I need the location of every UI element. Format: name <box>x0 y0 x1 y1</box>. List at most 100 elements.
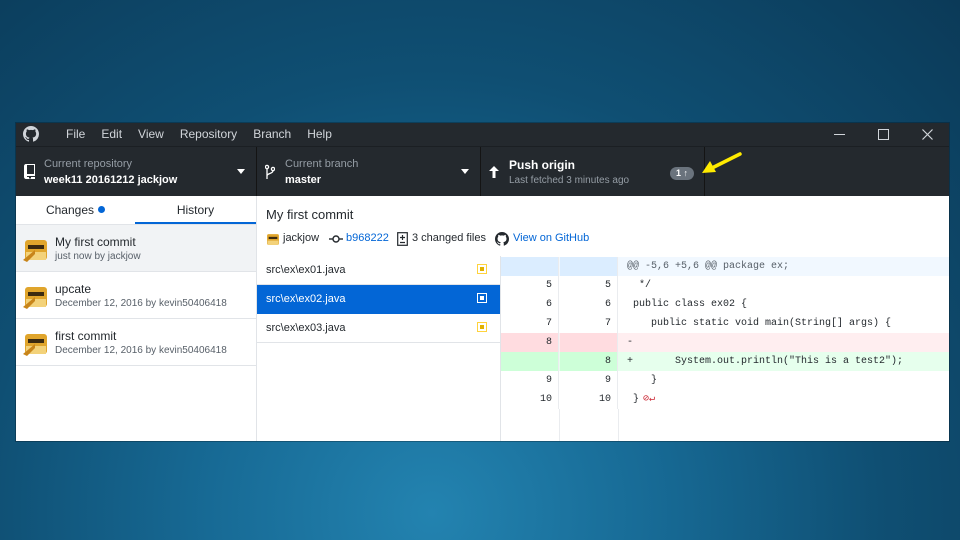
menu-view[interactable]: View <box>130 123 172 146</box>
old-line-number: 10 <box>501 390 559 409</box>
new-line-number <box>560 257 618 276</box>
avatar-icon <box>23 287 47 309</box>
commit-title: upcate <box>55 282 92 296</box>
title-bar: File Edit View Repository Branch Help <box>16 123 949 146</box>
branch-label: Current branch <box>285 158 359 170</box>
commit-meta: December 12, 2016 by kevin50406418 <box>55 298 227 309</box>
old-line-number <box>501 257 559 276</box>
changed-files-count: 3 changed files <box>412 232 486 244</box>
new-line-number: 6 <box>560 295 618 314</box>
diff-code: */ <box>627 280 652 291</box>
menu-help[interactable]: Help <box>299 123 340 146</box>
current-repository-dropdown[interactable]: Current repository week11 20161212 jackj… <box>16 147 257 197</box>
diff-code: } <box>627 375 658 386</box>
history-item[interactable]: My first commit just now by jackjow <box>16 225 256 272</box>
changes-indicator-dot-icon <box>98 206 106 213</box>
commit-icon <box>329 235 343 243</box>
changed-files-list: src\ex\ex01.java src\ex\ex02.java src\ex… <box>257 256 501 441</box>
github-logo-icon <box>23 126 39 142</box>
avatar-icon <box>267 234 279 245</box>
branch-icon <box>265 164 275 179</box>
close-button[interactable] <box>905 123 949 146</box>
repo-label: Current repository <box>44 158 133 170</box>
file-row[interactable]: src\ex\ex03.java <box>257 314 500 343</box>
old-line-number: 5 <box>501 276 559 295</box>
menu-edit[interactable]: Edit <box>93 123 130 146</box>
old-line-number: 6 <box>501 295 559 314</box>
old-line-number: 9 <box>501 371 559 390</box>
file-name: src\ex\ex01.java <box>266 264 346 276</box>
diff-code: - <box>627 337 634 348</box>
diff-hunk-header: @@ -5,6 +5,6 @@ package ex; <box>501 257 949 276</box>
hunk-text: @@ -5,6 +5,6 @@ package ex; <box>627 261 790 272</box>
diff-line[interactable]: 5 5 */ <box>501 276 949 295</box>
modified-status-icon <box>477 264 487 274</box>
diff-line[interactable]: 10 10 } ⊘↵ <box>501 390 949 409</box>
github-logo-icon <box>495 232 509 246</box>
push-label: Push origin <box>509 158 575 172</box>
commit-meta: just now by jackjow <box>55 251 141 262</box>
view-on-github-link[interactable]: View on GitHub <box>513 232 589 244</box>
tab-changes-label: Changes <box>45 203 95 217</box>
modified-status-icon <box>477 293 487 303</box>
diff-code: + System.out.println("This is a test2"); <box>627 356 904 367</box>
old-line-number: 8 <box>501 333 559 352</box>
file-name: src\ex\ex02.java <box>266 293 346 305</box>
menu-branch[interactable]: Branch <box>245 123 299 146</box>
diff-line[interactable]: 7 7 public static void main(String[] arg… <box>501 314 949 333</box>
modified-status-icon <box>477 322 487 332</box>
menu-bar: File Edit View Repository Branch Help <box>58 123 340 146</box>
avatar-icon <box>23 240 47 262</box>
diff-code: public class ex02 { <box>627 299 748 310</box>
no-newline-icon: ⊘↵ <box>643 394 656 405</box>
close-icon <box>922 129 933 140</box>
tab-changes[interactable]: Changes <box>16 196 135 224</box>
history-item[interactable]: upcate December 12, 2016 by kevin5040641… <box>16 272 256 319</box>
menu-file[interactable]: File <box>58 123 93 146</box>
repo-icon <box>24 164 35 179</box>
new-line-number: 7 <box>560 314 618 333</box>
minimize-button[interactable] <box>817 123 861 146</box>
gutter-filler <box>560 409 619 441</box>
old-line-number <box>501 352 559 371</box>
push-sublabel: Last fetched 3 minutes ago <box>509 175 630 186</box>
github-desktop-window: File Edit View Repository Branch Help Cu… <box>16 123 949 441</box>
branch-name: master <box>285 174 322 186</box>
tab-history[interactable]: History <box>135 196 256 224</box>
diff-line[interactable]: 9 9 } <box>501 371 949 390</box>
sidebar-tabs: Changes History <box>16 196 256 225</box>
menu-repository[interactable]: Repository <box>172 123 245 146</box>
avatar-icon <box>23 334 47 356</box>
diff-line-deleted[interactable]: 8 - <box>501 333 949 352</box>
commit-title: My first commit <box>55 235 136 249</box>
arrow-up-icon <box>489 166 499 178</box>
file-row[interactable]: src\ex\ex01.java <box>257 256 500 285</box>
maximize-button[interactable] <box>861 123 905 146</box>
sidebar: Changes History My first commit just now… <box>16 196 257 441</box>
ahead-count-badge: 1 ↑ <box>670 167 694 180</box>
chevron-down-icon <box>461 169 469 174</box>
gutter-filler <box>501 409 560 441</box>
history-item[interactable]: first commit December 12, 2016 by kevin5… <box>16 319 256 366</box>
diff-view: @@ -5,6 +5,6 @@ package ex; 5 5 */ 6 6 p… <box>501 257 949 441</box>
commit-sha-link[interactable]: b968222 <box>346 232 389 244</box>
file-diff-icon <box>397 232 408 246</box>
minimize-icon <box>834 134 845 135</box>
new-line-number: 5 <box>560 276 618 295</box>
push-origin-button[interactable]: Push origin Last fetched 3 minutes ago 1… <box>481 147 705 197</box>
current-branch-dropdown[interactable]: Current branch master <box>257 147 481 197</box>
diff-line[interactable]: 6 6 public class ex02 { <box>501 295 949 314</box>
toolbar: Current repository week11 20161212 jackj… <box>16 146 949 197</box>
new-line-number: 10 <box>560 390 618 409</box>
file-name: src\ex\ex03.java <box>266 322 346 334</box>
diff-line-added[interactable]: 8 + System.out.println("This is a test2"… <box>501 352 949 371</box>
new-line-number: 8 <box>560 352 618 371</box>
file-row[interactable]: src\ex\ex02.java <box>257 285 500 314</box>
new-line-number <box>560 333 618 352</box>
commit-meta: December 12, 2016 by kevin50406418 <box>55 345 227 356</box>
annotation-arrow-icon <box>702 152 742 173</box>
commit-summary: My first commit jackjow b968222 3 change… <box>257 196 949 254</box>
commit-title: first commit <box>55 329 117 343</box>
diff-code: public static void main(String[] args) { <box>627 318 892 329</box>
maximize-icon <box>878 129 889 140</box>
